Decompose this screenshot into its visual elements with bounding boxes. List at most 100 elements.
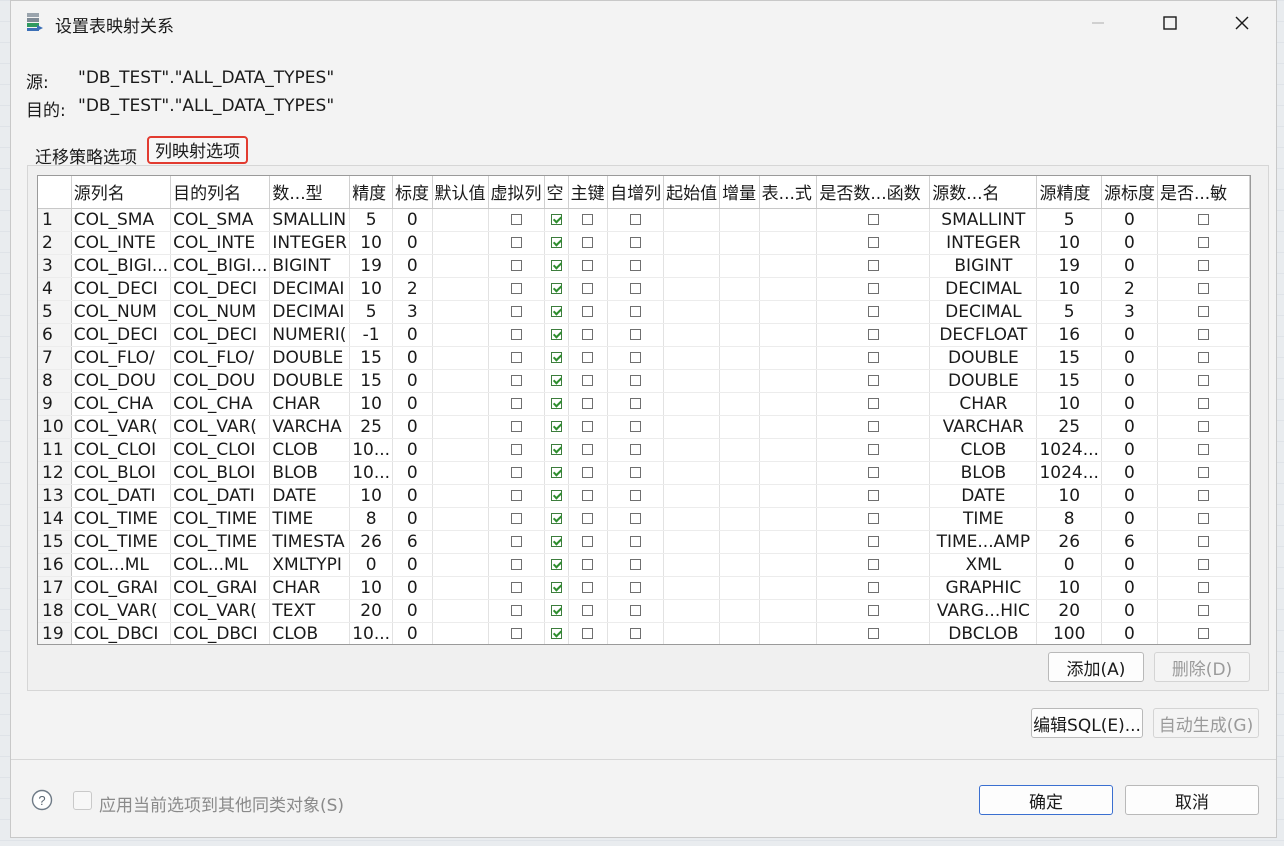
expression[interactable] bbox=[759, 415, 818, 439]
source-column-name[interactable]: COL_TIME bbox=[71, 530, 172, 554]
data-type[interactable]: CHAR bbox=[269, 392, 351, 416]
start-value[interactable] bbox=[663, 461, 721, 485]
default-value[interactable] bbox=[432, 530, 489, 554]
expression[interactable] bbox=[759, 530, 818, 554]
unchecked-checkbox[interactable] bbox=[867, 397, 879, 409]
precision[interactable]: 15 bbox=[349, 369, 394, 393]
table-row[interactable]: 12 COL_BLOI COL_BLOI BLOB 10... 0 BLOB 1024... 0 bbox=[38, 461, 1250, 485]
table-row[interactable]: 9 COL_CHA COL_CHA CHAR 10 0 CHAR 10 0 bbox=[38, 392, 1250, 416]
increment[interactable] bbox=[719, 231, 760, 255]
unchecked-checkbox[interactable] bbox=[510, 351, 522, 363]
unchecked-checkbox[interactable] bbox=[630, 282, 642, 294]
scale[interactable]: 0 bbox=[392, 507, 433, 531]
unchecked-checkbox[interactable] bbox=[510, 627, 522, 639]
unchecked-checkbox[interactable] bbox=[1197, 466, 1209, 478]
unchecked-checkbox[interactable] bbox=[630, 305, 642, 317]
checked-checkbox[interactable] bbox=[550, 627, 562, 639]
column-header[interactable]: 数...型 bbox=[269, 176, 351, 209]
unchecked-checkbox[interactable] bbox=[867, 443, 879, 455]
target-column-name[interactable]: COL_DATI bbox=[170, 484, 271, 508]
unchecked-checkbox[interactable] bbox=[1197, 374, 1209, 386]
source-column-name[interactable]: COL_CHA bbox=[71, 392, 172, 416]
scale[interactable]: 0 bbox=[392, 323, 433, 347]
source-column-name[interactable]: COL_BLOI bbox=[71, 461, 172, 485]
cancel-button[interactable]: 取消 bbox=[1125, 785, 1259, 815]
precision[interactable]: 10 bbox=[349, 576, 394, 600]
unchecked-checkbox[interactable] bbox=[867, 581, 879, 593]
target-column-name[interactable]: COL_GRAI bbox=[170, 576, 271, 600]
unchecked-checkbox[interactable] bbox=[867, 420, 879, 432]
unchecked-checkbox[interactable] bbox=[1197, 236, 1209, 248]
unchecked-checkbox[interactable] bbox=[1197, 535, 1209, 547]
column-header[interactable]: 标度 bbox=[392, 176, 433, 209]
default-value[interactable] bbox=[432, 599, 489, 623]
default-value[interactable] bbox=[432, 553, 489, 577]
data-type[interactable]: CLOB bbox=[269, 438, 351, 462]
unchecked-checkbox[interactable] bbox=[630, 535, 642, 547]
unchecked-checkbox[interactable] bbox=[510, 466, 522, 478]
column-header[interactable]: 主键 bbox=[568, 176, 609, 209]
target-column-name[interactable]: COL_BLOI bbox=[170, 461, 271, 485]
increment[interactable] bbox=[719, 622, 760, 644]
start-value[interactable] bbox=[663, 599, 721, 623]
target-column-name[interactable]: COL_DECI bbox=[170, 323, 271, 347]
unchecked-checkbox[interactable] bbox=[867, 604, 879, 616]
column-header[interactable]: 表...式 bbox=[759, 176, 818, 209]
default-value[interactable] bbox=[432, 277, 489, 301]
target-column-name[interactable]: COL_DOU bbox=[170, 369, 271, 393]
precision[interactable]: 10... bbox=[349, 622, 394, 644]
expression[interactable] bbox=[759, 277, 818, 301]
source-column-name[interactable]: COL_GRAI bbox=[71, 576, 172, 600]
tab-column-mapping[interactable]: 列映射选项 bbox=[147, 136, 248, 164]
source-column-name[interactable]: COL_DECI bbox=[71, 323, 172, 347]
default-value[interactable] bbox=[432, 576, 489, 600]
data-type[interactable]: DOUBLE bbox=[269, 369, 351, 393]
table-row[interactable]: 8 COL_DOU COL_DOU DOUBLE 15 0 DOUBLE 15 0 bbox=[38, 369, 1250, 393]
target-column-name[interactable]: COL_SMA bbox=[170, 208, 271, 232]
unchecked-checkbox[interactable] bbox=[630, 604, 642, 616]
data-type[interactable]: VARCHA bbox=[269, 415, 351, 439]
target-column-name[interactable]: COL_DECI bbox=[170, 277, 271, 301]
increment[interactable] bbox=[719, 599, 760, 623]
expression[interactable] bbox=[759, 599, 818, 623]
unchecked-checkbox[interactable] bbox=[510, 305, 522, 317]
default-value[interactable] bbox=[432, 369, 489, 393]
checked-checkbox[interactable] bbox=[550, 236, 562, 248]
unchecked-checkbox[interactable] bbox=[867, 627, 879, 639]
source-column-name[interactable]: COL_VAR( bbox=[71, 599, 172, 623]
start-value[interactable] bbox=[663, 438, 721, 462]
start-value[interactable] bbox=[663, 277, 721, 301]
unchecked-checkbox[interactable] bbox=[1197, 443, 1209, 455]
target-column-name[interactable]: COL_NUM bbox=[170, 300, 271, 324]
unchecked-checkbox[interactable] bbox=[1197, 259, 1209, 271]
unchecked-checkbox[interactable] bbox=[630, 627, 642, 639]
start-value[interactable] bbox=[663, 346, 721, 370]
delete-button[interactable]: 删除(D) bbox=[1154, 652, 1250, 682]
default-value[interactable] bbox=[432, 438, 489, 462]
column-header[interactable]: 目的列名 bbox=[170, 176, 271, 209]
table-row[interactable]: 5 COL_NUM COL_NUM DECIMAI 5 3 DECIMAL 5 3 bbox=[38, 300, 1250, 324]
unchecked-checkbox[interactable] bbox=[582, 604, 594, 616]
scale[interactable]: 0 bbox=[392, 622, 433, 644]
data-type[interactable]: DECIMAI bbox=[269, 277, 351, 301]
unchecked-checkbox[interactable] bbox=[867, 259, 879, 271]
start-value[interactable] bbox=[663, 576, 721, 600]
unchecked-checkbox[interactable] bbox=[582, 397, 594, 409]
unchecked-checkbox[interactable] bbox=[582, 489, 594, 501]
data-type[interactable]: TEXT bbox=[269, 599, 351, 623]
start-value[interactable] bbox=[663, 300, 721, 324]
scale[interactable]: 0 bbox=[392, 346, 433, 370]
unchecked-checkbox[interactable] bbox=[510, 604, 522, 616]
increment[interactable] bbox=[719, 323, 760, 347]
scale[interactable]: 2 bbox=[392, 277, 433, 301]
column-header[interactable]: 增量 bbox=[719, 176, 760, 209]
column-header[interactable]: 默认值 bbox=[432, 176, 489, 209]
unchecked-checkbox[interactable] bbox=[582, 351, 594, 363]
column-header[interactable]: 虚拟列 bbox=[488, 176, 545, 209]
unchecked-checkbox[interactable] bbox=[1197, 282, 1209, 294]
expression[interactable] bbox=[759, 507, 818, 531]
precision[interactable]: 10 bbox=[349, 392, 394, 416]
source-column-name[interactable]: COL_VAR( bbox=[71, 415, 172, 439]
unchecked-checkbox[interactable] bbox=[867, 489, 879, 501]
unchecked-checkbox[interactable] bbox=[510, 512, 522, 524]
